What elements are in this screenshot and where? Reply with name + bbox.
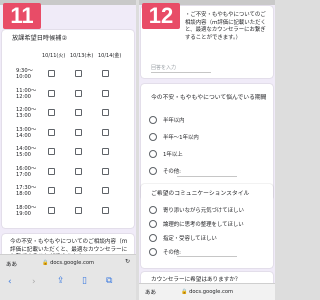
duration-question-card: 今の不安・もやもやについて悩んでいる期間 半年以内 半年〜1年以内 1年以上 そ… [141,84,273,200]
grid-row-time-label: 12:00～ 13:00 [16,107,37,119]
grid-checkbox[interactable] [102,128,109,136]
grid-checkbox[interactable] [102,70,109,77]
radio-button[interactable] [149,150,157,158]
answer-input[interactable]: 回答を入力 [151,64,176,71]
grid-checkbox[interactable] [48,70,55,77]
bookmarks-icon[interactable]: ▯ [82,276,87,286]
grid-checkbox[interactable] [75,70,82,77]
browser-address-bar: ああ 🔒 docs.google.com [139,283,275,300]
step-number-badge: 11 [3,3,41,29]
grid-checkbox[interactable] [102,109,109,116]
grid-checkbox[interactable] [48,206,55,214]
grid-row-time-label: 18:00～ 19:00 [16,204,37,217]
reload-icon[interactable]: ↻ [125,258,130,265]
grid-checkbox[interactable] [48,109,55,116]
text-size-button[interactable]: ああ [6,260,17,268]
text-size-button[interactable]: ああ [145,288,156,296]
grid-row-time-label: 16:00～ 17:00 [16,165,37,178]
grid-checkbox[interactable] [48,89,55,97]
grid-checkbox[interactable] [75,187,82,194]
address-bar[interactable]: 🔒 docs.google.com [169,287,245,297]
other-text-field[interactable] [177,256,237,257]
other-text-field[interactable] [177,176,237,177]
phone-screen-2: 12 ・ご不安・もやもやについてのご相談内容（ｍ評価に記載いただくと、最適なカウ… [139,0,275,300]
grid-checkbox[interactable] [102,148,109,155]
grid-checkbox[interactable] [75,167,82,175]
consultation-question-title: ・ご不安・もやもやについてのご相談内容（ｍ評価に記載いただくと、最適なカウンセラ… [185,12,266,41]
grid-row-time-label: 17:30～ 18:00 [16,185,37,197]
duration-option[interactable]: 半年〜1年以内 [149,133,199,141]
browser-toolbar: ああ 🔒 docs.google.com ↻ ‹ › ⇪ ▯ ⧉ [0,254,136,300]
grid-column-header: 10/14(金) [98,53,122,59]
style-option[interactable]: 寄り添いながら元気づけてほしい [149,206,244,214]
lock-icon: 🔒 [41,260,49,266]
grid-row-time-label: 11:00～ 12:00 [16,87,37,100]
back-icon[interactable]: ‹ [8,277,12,287]
grid-checkbox[interactable] [48,128,55,136]
phone-screen-1: 11 放課希望日時候補② 10/11(火) 10/13(木) 10/14(金) … [0,0,136,300]
grid-row-time-label: 14:00～ 15:00 [16,146,37,158]
duration-question-title: 今の不安・もやもやについて悩んでいる期間 [151,95,267,101]
style-option[interactable]: 指定・受容してほしい [149,234,217,242]
forward-icon[interactable]: › [32,277,36,287]
grid-checkbox[interactable] [75,109,82,116]
address-bar[interactable]: 🔒 docs.google.com [30,258,106,268]
communication-style-card: ご希望のコミュニケーションスタイル 寄り添いながら元気づけてほしい 論理的に思考… [141,184,273,268]
duration-option-other[interactable]: その他: [149,167,181,175]
radio-button[interactable] [149,116,157,124]
radio-button[interactable] [149,220,157,228]
grid-checkbox[interactable] [75,206,82,214]
grid-checkbox[interactable] [48,167,55,175]
grid-checkbox[interactable] [48,148,55,155]
radio-button[interactable] [149,167,157,175]
tabs-icon[interactable]: ⧉ [106,276,112,286]
grid-row-time-label: 13:00～ 14:00 [16,126,37,139]
grid-checkbox[interactable] [75,89,82,97]
schedule-grid-card: 放課希望日時候補② 10/11(火) 10/13(木) 10/14(金) 9:3… [2,30,134,228]
communication-style-title: ご希望のコミュニケーションスタイル [151,191,250,197]
grid-checkbox[interactable] [102,89,109,97]
share-icon[interactable]: ⇪ [57,276,65,286]
grid-checkbox[interactable] [102,187,109,194]
grid-column-header: 10/13(木) [70,53,94,59]
radio-button[interactable] [149,133,157,141]
radio-button[interactable] [149,234,157,242]
grid-checkbox[interactable] [102,206,109,214]
lock-icon: 🔒 [180,289,188,295]
grid-checkbox[interactable] [48,187,55,194]
duration-option[interactable]: 半年以内 [149,116,185,124]
radio-button[interactable] [149,206,157,214]
radio-button[interactable] [149,248,157,256]
style-option[interactable]: 論理的に思考の整理をしてほしい [149,220,244,228]
grid-checkbox[interactable] [102,167,109,175]
grid-row-time-label: 9:30～ 10:00 [16,68,33,80]
style-option-other[interactable]: その他: [149,248,181,256]
grid-column-header: 10/11(火) [42,53,66,59]
grid-checkbox[interactable] [75,148,82,155]
step-number-badge: 12 [142,3,180,29]
duration-option[interactable]: 1年以上 [149,150,183,158]
grid-question-title: 放課希望日時候補② [12,35,68,42]
grid-checkbox[interactable] [75,128,82,136]
